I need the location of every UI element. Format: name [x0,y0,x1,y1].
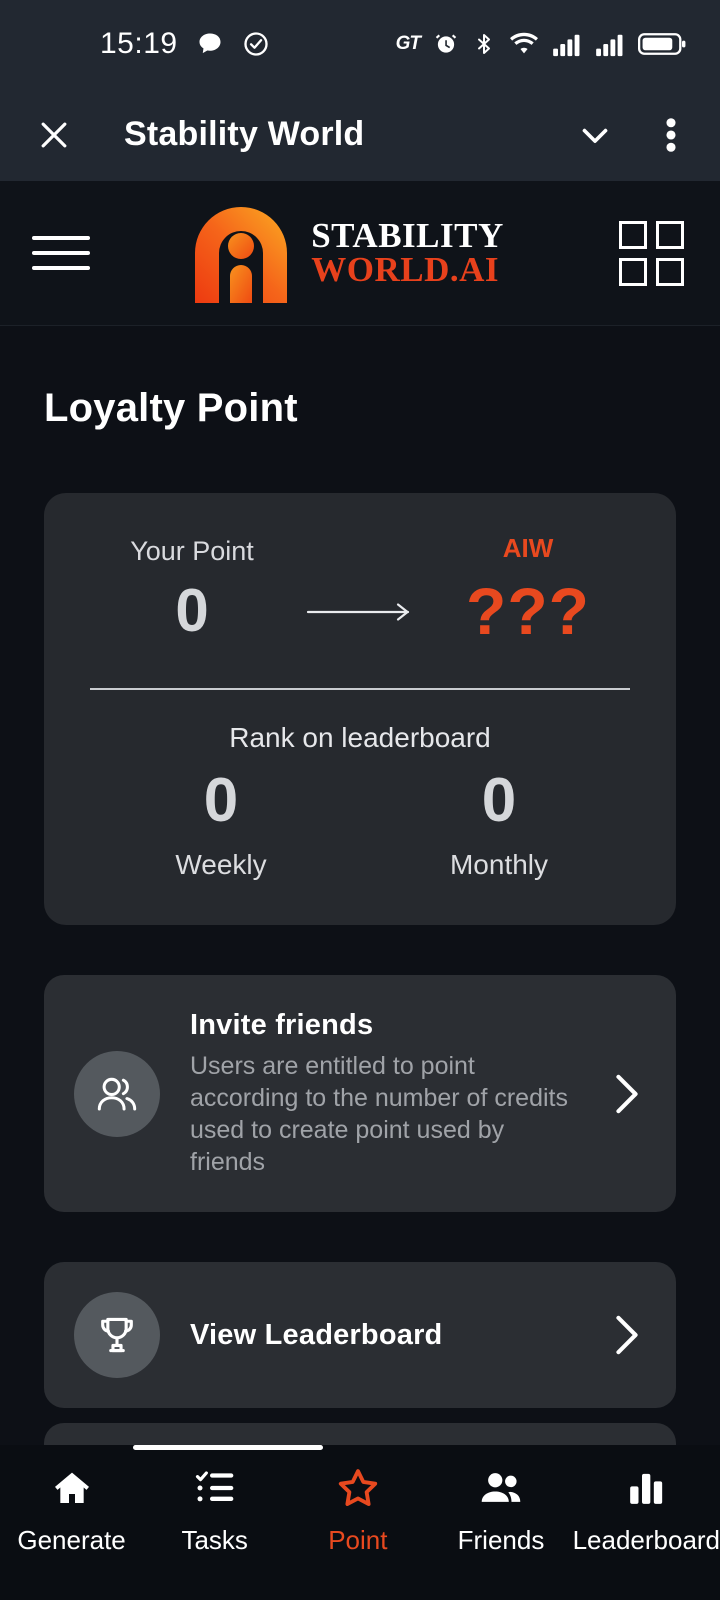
invite-friends-body: Invite friends Users are entitled to poi… [190,1009,606,1178]
wifi-icon [509,31,539,57]
bottom-navigation: Generate Tasks Point Friends Leaderboard [0,1445,720,1600]
nav-label-friends: Friends [457,1525,545,1555]
card-divider [90,688,630,690]
brand-line-1: STABILITY [311,215,504,255]
token-point-block: AIW ??? [428,533,628,644]
nav-item-friends[interactable]: Friends [429,1467,572,1556]
home-icon [52,1467,92,1509]
trophy-icon [74,1292,160,1379]
chevron-down-icon[interactable] [574,114,616,156]
two-people-icon [74,1050,160,1137]
your-point-value: 0 [175,577,209,644]
nav-label-generate: Generate [17,1525,126,1555]
nav-label-leaderboard: Leaderboard [572,1525,720,1555]
rank-weekly: 0 Weekly [82,768,360,881]
rank-monthly-value: 0 [481,766,517,835]
nav-item-leaderboard[interactable]: Leaderboard [573,1467,720,1556]
bluetooth-icon [472,31,496,57]
next-card-peek[interactable] [44,1423,676,1445]
more-vertical-icon[interactable] [664,114,678,156]
grid-apps-icon[interactable] [618,220,684,286]
status-bar-right: GT [396,31,686,57]
status-bar-left: 15:19 [100,27,270,61]
alarm-icon [433,31,459,57]
hamburger-menu-icon[interactable] [32,236,90,270]
main-content: Loyalty Point Your Point 0 AIW ??? Rank … [0,326,720,1445]
token-label: AIW [502,533,554,563]
battery-icon [638,31,686,57]
invite-friends-description: Users are entitled to point according to… [190,1052,568,1177]
loyalty-point-card: Your Point 0 AIW ??? Rank on leaderboard [44,493,676,926]
rank-weekly-value: 0 [203,766,239,835]
brand-line-2: WORLD.AI [311,250,499,289]
stability-world-logo-icon [185,198,297,308]
rank-monthly: 0 Monthly [360,768,638,881]
view-leaderboard-body: View Leaderboard [190,1319,606,1352]
brand-wordmark: STABILITY WORLD.AI [311,215,504,289]
brand-header: STABILITY WORLD.AI [0,181,720,326]
arrow-right-icon [306,554,414,624]
nav-item-tasks[interactable]: Tasks [143,1467,286,1556]
app-bar-actions [574,114,690,156]
nav-label-point: Point [328,1525,388,1555]
checklist-icon [195,1467,235,1509]
app-screen: 15:19 GT Stability World STABILITY WORLD… [0,0,720,1600]
view-leaderboard-card[interactable]: View Leaderboard [44,1262,676,1409]
view-leaderboard-title: View Leaderboard [190,1318,443,1351]
app-bar-title: Stability World [124,115,365,153]
rank-row: 0 Weekly 0 Monthly [82,768,638,881]
signal-icon-2 [595,31,625,57]
status-time: 15:19 [100,27,178,60]
invite-friends-card[interactable]: Invite friends Users are entitled to poi… [44,975,676,1213]
gt-badge: GT [395,33,421,54]
scroll-indicator [133,1445,323,1450]
bar-chart-icon [626,1467,666,1509]
rank-monthly-label: Monthly [449,849,549,881]
rank-weekly-label: Weekly [175,849,267,881]
signal-icon-1 [552,31,582,57]
star-icon [336,1467,380,1509]
nav-item-point[interactable]: Point [286,1467,429,1556]
app-bar: Stability World [0,88,720,181]
invite-friends-title: Invite friends [190,1009,374,1042]
your-point-block: Your Point 0 [92,536,292,641]
people-icon [479,1467,523,1509]
token-value: ??? [466,574,590,648]
rank-on-leaderboard-label: Rank on leaderboard [229,722,491,753]
your-point-label: Your Point [130,536,254,566]
check-circle-icon [242,30,270,58]
chevron-right-icon[interactable] [612,1068,648,1120]
brand-logo[interactable]: STABILITY WORLD.AI [185,198,504,308]
close-icon[interactable] [34,115,74,155]
page-title: Loyalty Point [44,386,298,430]
chevron-right-icon[interactable] [612,1309,648,1361]
chat-bubble-icon [196,30,224,58]
nav-item-generate[interactable]: Generate [0,1467,143,1556]
points-summary-row: Your Point 0 AIW ??? [82,533,638,644]
nav-label-tasks: Tasks [181,1525,248,1555]
status-bar: 15:19 GT [0,0,720,88]
